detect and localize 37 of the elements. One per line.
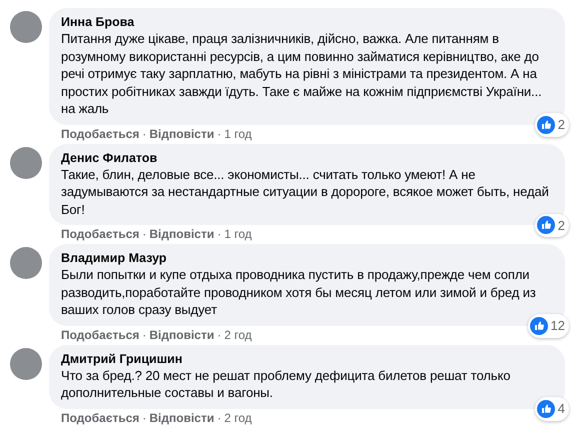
thumbs-up-icon — [536, 400, 555, 418]
like-link[interactable]: Подобається — [61, 126, 140, 142]
like-link[interactable]: Подобається — [61, 227, 140, 242]
reaction-count[interactable]: 12 — [528, 314, 569, 338]
thumbs-up-icon — [536, 116, 555, 134]
thumbs-up-icon — [530, 316, 548, 335]
like-link[interactable]: Подобається — [61, 410, 140, 426]
separator-dot: · — [217, 126, 222, 142]
comment-time[interactable]: 1 год — [224, 126, 252, 142]
separator-dot: · — [142, 126, 146, 142]
separator-dot: · — [142, 227, 146, 242]
separator-dot: · — [217, 328, 222, 342]
avatar[interactable] — [10, 146, 42, 178]
avatar[interactable] — [10, 247, 42, 279]
comment-time[interactable]: 2 год — [224, 410, 252, 426]
comment-time[interactable]: 1 год — [224, 227, 252, 242]
comment-text: Что за бред.? 20 мест не решат проблему дефицита билетов решат только дополнительные составы и вагоны. — [61, 366, 512, 402]
separator-dot: · — [142, 410, 146, 426]
separator-dot: · — [142, 328, 146, 342]
reaction-count[interactable]: 4 — [534, 397, 569, 420]
reaction-count[interactable]: 2 — [534, 214, 569, 237]
comment-author[interactable]: Владимир Мазур — [61, 250, 553, 266]
reply-link[interactable]: Відповісти — [149, 227, 214, 242]
reply-link[interactable]: Відповісти — [149, 410, 214, 426]
comment-author[interactable]: Денис Филатов — [61, 150, 553, 166]
thumbs-up-icon — [536, 216, 555, 234]
avatar[interactable] — [10, 348, 42, 380]
comment-time[interactable]: 2 год — [224, 328, 252, 342]
reaction-count[interactable]: 2 — [534, 113, 569, 136]
comment-author[interactable]: Дмитрий Грицишин — [61, 350, 553, 366]
avatar[interactable] — [10, 11, 42, 43]
reply-link[interactable]: Відповісти — [149, 126, 214, 142]
reply-link[interactable]: Відповісти — [149, 328, 214, 342]
separator-dot: · — [217, 227, 222, 242]
like-link[interactable]: Подобається — [61, 328, 140, 342]
separator-dot: · — [217, 410, 222, 426]
comment-author[interactable]: Инна Брова — [61, 14, 553, 30]
